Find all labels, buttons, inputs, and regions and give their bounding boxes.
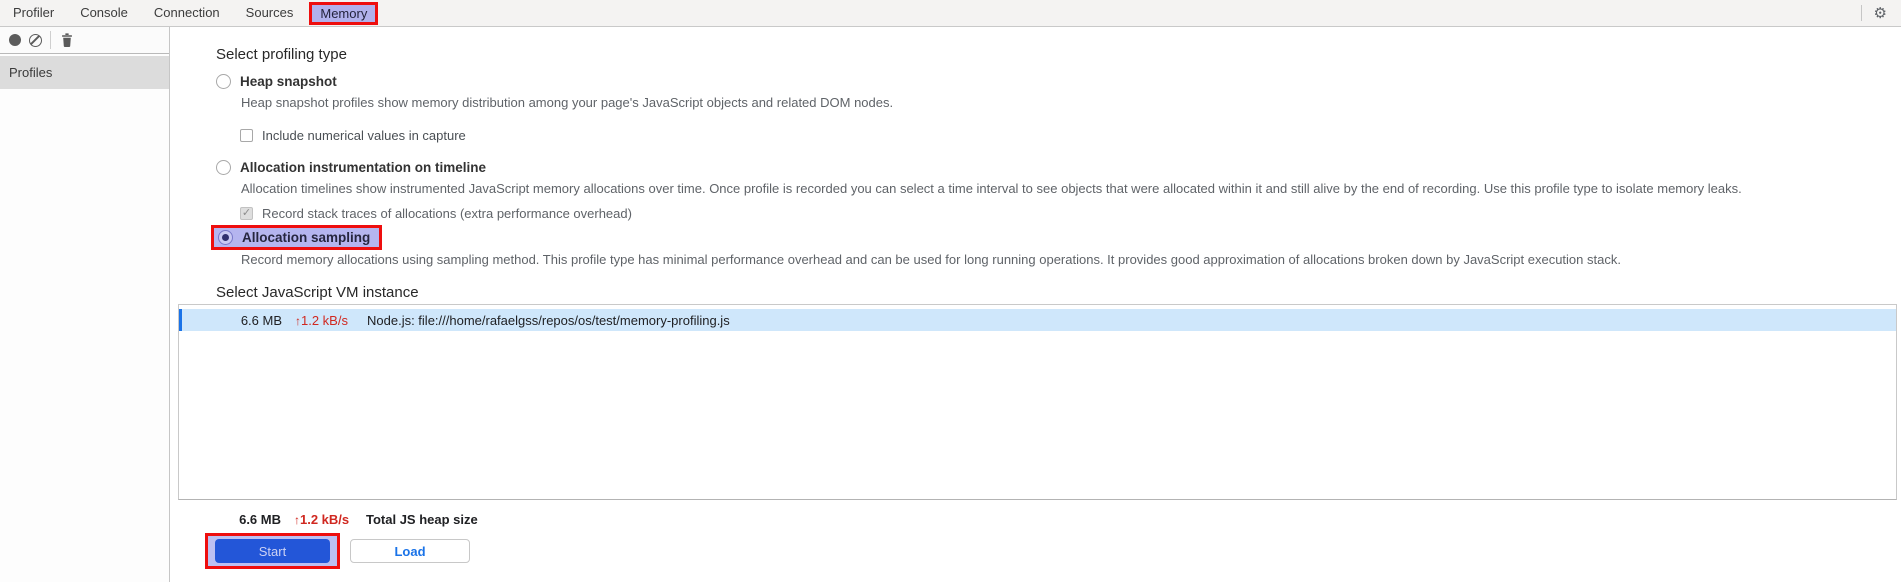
checkbox-label: Record stack traces of allocations (extr… [262, 206, 632, 221]
clear-all-profiles-button[interactable] [25, 30, 46, 51]
block-icon [29, 33, 42, 47]
start-button[interactable]: Start [215, 539, 330, 563]
radio-heap-snapshot[interactable] [216, 74, 231, 89]
total-heap-rate: ↑1.2 kB/s [294, 512, 350, 527]
vm-heap-rate: ↑1.2 kB/s [295, 312, 348, 328]
sidebar-item-profiles[interactable]: Profiles [0, 56, 169, 89]
option-description: Allocation timelines show instrumented J… [241, 181, 1742, 196]
checkbox-record-stack-traces: ✓ [240, 207, 253, 220]
tab-console[interactable]: Console [67, 0, 141, 27]
delete-profile-button[interactable] [57, 29, 77, 51]
checkbox-include-numerical-values[interactable] [240, 129, 253, 142]
highlight-box-memory-tab: Memory [309, 1, 379, 25]
radio-allocation-timeline[interactable] [216, 160, 231, 175]
highlight-box-allocation-sampling: Allocation sampling [211, 225, 383, 250]
option-allocation-timeline[interactable]: Allocation instrumentation on timeline [216, 160, 1901, 175]
profiler-toolbar [0, 27, 169, 54]
toolbar-divider [50, 31, 51, 49]
total-heap-label: Total JS heap size [366, 512, 478, 527]
option-description: Record memory allocations using sampling… [241, 252, 1621, 267]
total-heap-row: 6.6 MB ↑1.2 kB/s Total JS heap size [181, 512, 1901, 527]
vm-instance-list: 6.6 MB ↑1.2 kB/s Node.js: file:///home/r… [178, 304, 1897, 500]
actions-row: Start Load [205, 533, 1901, 569]
load-button[interactable]: Load [350, 539, 470, 563]
total-heap-size: 6.6 MB [239, 512, 281, 527]
record-button[interactable] [5, 30, 25, 50]
vm-heap-size: 6.6 MB [240, 312, 282, 328]
sidebar: Profiles [0, 27, 170, 582]
highlight-box-start-button: Start [205, 533, 340, 569]
include-numerical-values-row[interactable]: Include numerical values in capture [240, 128, 1901, 143]
record-stack-traces-row: ✓ Record stack traces of allocations (ex… [240, 206, 1901, 221]
radio-allocation-sampling[interactable] [218, 230, 233, 245]
option-label: Allocation sampling [242, 230, 371, 245]
tab-profiler[interactable]: Profiler [0, 0, 67, 27]
tab-memory[interactable]: Memory [320, 6, 367, 21]
trash-icon [62, 33, 72, 47]
option-label: Heap snapshot [240, 74, 337, 89]
option-heap-snapshot[interactable]: Heap snapshot [216, 74, 1901, 89]
option-description: Heap snapshot profiles show memory distr… [241, 95, 894, 110]
settings-gear-icon[interactable]: ⚙ [1874, 4, 1887, 22]
vm-instance-row[interactable]: 6.6 MB ↑1.2 kB/s Node.js: file:///home/r… [179, 309, 1896, 331]
profiles-label: Profiles [9, 65, 53, 80]
devtools-tab-bar: Profiler Console Connection Sources Memo… [0, 0, 1901, 27]
vm-instance-heading: Select JavaScript VM instance [216, 284, 419, 301]
memory-panel: Select profiling type Heap snapshot Heap… [170, 27, 1901, 582]
tab-connection[interactable]: Connection [141, 0, 233, 27]
tab-sources[interactable]: Sources [233, 0, 307, 27]
profiling-type-heading: Select profiling type [216, 46, 347, 63]
checkbox-label: Include numerical values in capture [262, 128, 466, 143]
option-label: Allocation instrumentation on timeline [240, 160, 487, 175]
vm-instance-name: Node.js: file:///home/rafaelgss/repos/os… [367, 312, 730, 328]
option-allocation-sampling[interactable]: Allocation sampling [218, 230, 370, 245]
record-icon [9, 34, 21, 46]
tabbar-divider [1860, 5, 1862, 21]
